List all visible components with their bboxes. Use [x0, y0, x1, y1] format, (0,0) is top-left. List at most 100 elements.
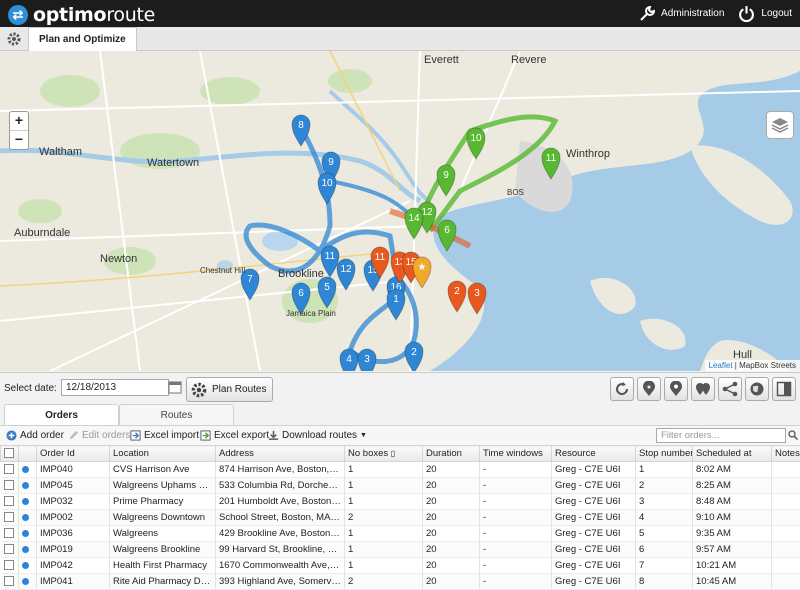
multi-marker-icon [695, 381, 711, 397]
row-checkbox[interactable] [1, 526, 19, 542]
marker-label: 9 [443, 170, 449, 181]
tab-orders[interactable]: Orders [4, 404, 119, 426]
administration-link[interactable]: Administration [639, 6, 724, 22]
filter-orders-input[interactable]: Filter orders... [656, 428, 786, 443]
excel-import-label: Excel import [144, 430, 199, 441]
cell-stop: 7 [636, 558, 693, 574]
table-row[interactable]: IMP042Health First Pharmacy1670 Commonwe… [1, 558, 800, 574]
panel-icon [776, 381, 792, 397]
column-header[interactable]: Stop number [636, 446, 693, 462]
column-menu-icon[interactable]: ▯ [391, 449, 395, 458]
gear-icon [190, 381, 208, 399]
plan-routes-button[interactable]: Plan Routes [186, 377, 273, 402]
globe-button[interactable] [745, 377, 769, 401]
column-header[interactable]: Order Id [37, 446, 110, 462]
row-checkbox[interactable] [1, 494, 19, 510]
map-place-label: Revere [511, 54, 546, 66]
search-icon[interactable] [788, 430, 798, 440]
map-place-label: Watertown [147, 157, 199, 169]
column-header[interactable]: Time windows [480, 446, 552, 462]
cell-tw: - [480, 558, 552, 574]
route-map[interactable]: 8910765111215161432101191214611131523★ E… [0, 51, 800, 371]
cell-location: Health First Pharmacy [110, 558, 216, 574]
attribution-text: | MapBox Streets [735, 361, 796, 370]
table-row[interactable]: IMP002Walgreens DowntownSchool Street, B… [1, 510, 800, 526]
download-routes-button[interactable]: Download routes ▼ [268, 428, 367, 443]
stop-marker-blue[interactable]: 3 [358, 349, 376, 371]
select-date-label: Select date: [4, 383, 57, 394]
refresh-button[interactable] [610, 377, 634, 401]
cell-resource: Greg - C7E U6I [552, 542, 636, 558]
share-button[interactable] [718, 377, 742, 401]
cell-notes [772, 558, 800, 574]
layers-button[interactable] [766, 111, 794, 139]
table-row[interactable]: IMP040CVS Harrison Ave874 Harrison Ave, … [1, 462, 800, 478]
tab-routes[interactable]: Routes [119, 404, 234, 426]
cell-address: 393 Highland Ave, Somerville... [216, 574, 345, 590]
add-order-button[interactable]: Add order [6, 428, 64, 443]
section-tab-bar: Plan and Optimize [0, 27, 800, 51]
column-header[interactable]: Duration [423, 446, 480, 462]
select-all-checkbox[interactable] [1, 446, 19, 462]
column-header[interactable]: Scheduled at [693, 446, 772, 462]
column-header[interactable]: Resource [552, 446, 636, 462]
cell-sched: 9:10 AM [693, 510, 772, 526]
marker-button[interactable] [664, 377, 688, 401]
excel-import-button[interactable]: Excel import [130, 428, 199, 443]
cell-notes [772, 510, 800, 526]
marker-label: 3 [474, 288, 480, 299]
column-header[interactable]: Address [216, 446, 345, 462]
excel-export-label: Excel export [214, 430, 269, 441]
zoom-out-button[interactable]: − [10, 131, 28, 149]
row-checkbox[interactable] [1, 510, 19, 526]
tab-plan-and-optimize[interactable]: Plan and Optimize [28, 27, 137, 51]
cell-id: IMP040 [37, 462, 110, 478]
cell-sched: 9:57 AM [693, 542, 772, 558]
table-row[interactable]: IMP045Walgreens Uphams Co...533 Columbia… [1, 478, 800, 494]
row-checkbox[interactable] [1, 462, 19, 478]
cell-resource: Greg - C7E U6I [552, 558, 636, 574]
calendar-icon[interactable] [168, 380, 182, 394]
stop-marker-blue[interactable]: 4 [340, 349, 358, 371]
table-row[interactable]: IMP036Walgreens429 Brookline Ave, Boston… [1, 526, 800, 542]
star-marker-button[interactable]: ★ [637, 377, 661, 401]
cell-id: IMP002 [37, 510, 110, 526]
refresh-icon [614, 381, 630, 397]
column-header[interactable]: Notes [772, 446, 800, 462]
zoom-control: + − [9, 111, 29, 150]
cell-resource: Greg - C7E U6I [552, 478, 636, 494]
table-row[interactable]: IMP032Prime Pharmacy201 Humboldt Ave, Bo… [1, 494, 800, 510]
row-checkbox[interactable] [1, 558, 19, 574]
cell-id: IMP032 [37, 494, 110, 510]
column-header[interactable]: No boxes ▯ [345, 446, 423, 462]
logo-text-bold: optimo [33, 4, 106, 26]
cell-duration: 20 [423, 510, 480, 526]
cell-resource: Greg - C7E U6I [552, 510, 636, 526]
edit-orders-button[interactable]: Edit orders [68, 428, 130, 443]
table-row[interactable]: IMP019Walgreens Brookline99 Harvard St, … [1, 542, 800, 558]
row-checkbox[interactable] [1, 574, 19, 590]
cell-stop: 3 [636, 494, 693, 510]
table-row[interactable]: IMP041Rite Aid Pharmacy Dav...393 Highla… [1, 574, 800, 590]
row-checkbox[interactable] [1, 542, 19, 558]
stop-marker-green[interactable]: 6 [438, 220, 456, 251]
row-checkbox[interactable] [1, 478, 19, 494]
logout-link[interactable]: Logout [738, 5, 792, 22]
zoom-in-button[interactable]: + [10, 112, 28, 131]
app-logo[interactable]: ⇄ optimoroute [8, 4, 155, 26]
map-canvas[interactable]: 8910765111215161432101191214611131523★ E… [0, 51, 800, 371]
cell-id: IMP042 [37, 558, 110, 574]
marker-label: 8 [298, 120, 304, 131]
panel-toggle-button[interactable] [772, 377, 796, 401]
multi-marker-button[interactable] [691, 377, 715, 401]
cell-boxes: 1 [345, 542, 423, 558]
cell-notes [772, 462, 800, 478]
date-input[interactable]: 12/18/2013 [61, 379, 169, 396]
orders-table: Order Id Location Address No boxes ▯ Dur… [0, 445, 800, 590]
leaflet-link[interactable]: Leaflet [709, 361, 733, 370]
cell-sched: 10:45 AM [693, 574, 772, 590]
column-header[interactable]: Location [110, 446, 216, 462]
excel-export-button[interactable]: Excel export [200, 428, 269, 443]
gear-icon[interactable] [6, 31, 22, 47]
map-place-label: Jamaica Plain [286, 309, 336, 318]
